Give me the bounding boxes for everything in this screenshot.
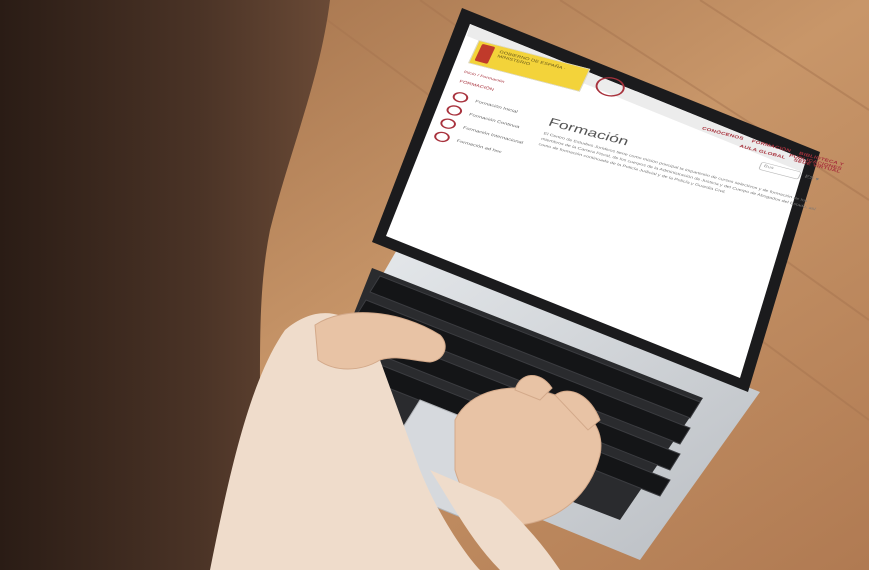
institution-logo-icon (592, 74, 629, 100)
photo-illustration (0, 0, 869, 570)
book-icon (432, 130, 452, 144)
photo-scene: GOBIERNO DE ESPAÑA · MINISTERIO CONÓCENO… (0, 0, 869, 570)
book-icon (438, 116, 458, 131)
coat-of-arms-icon (474, 43, 496, 64)
book-icon (444, 103, 464, 118)
book-icon (450, 90, 471, 104)
search-input[interactable]: Bus (758, 161, 802, 180)
language-selector[interactable]: ES ▾ (804, 174, 820, 182)
sidebar-title: FORMACIÓN (458, 79, 495, 93)
